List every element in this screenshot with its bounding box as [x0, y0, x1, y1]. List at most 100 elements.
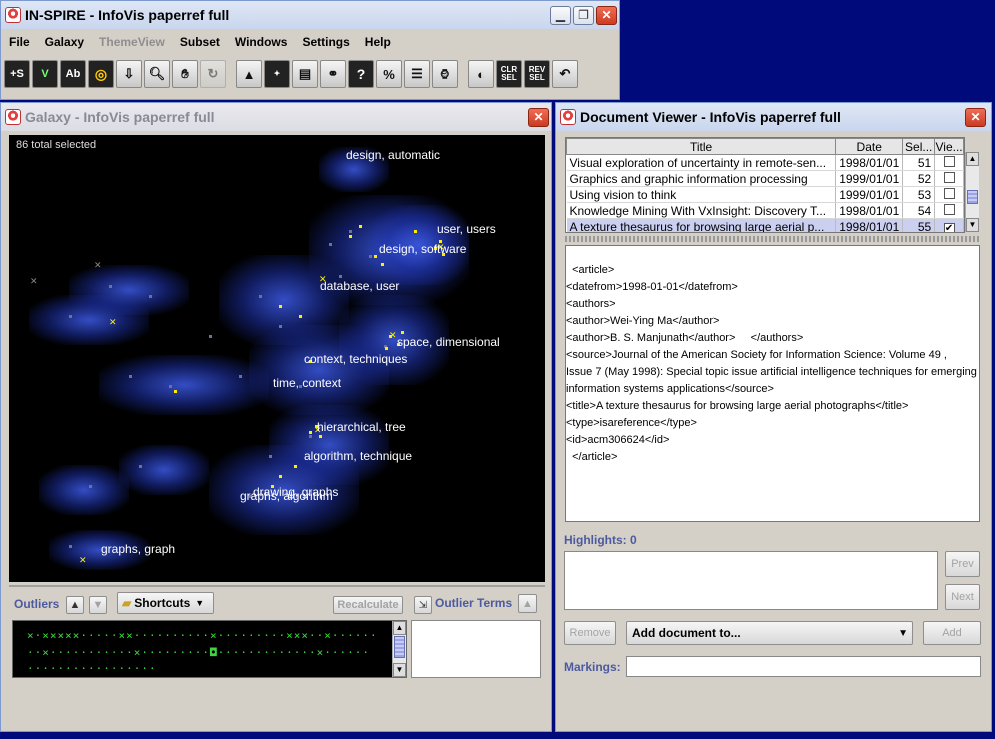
theme-label[interactable]: space, dimensional	[397, 335, 500, 349]
theme-label[interactable]: context, techniques	[304, 352, 407, 366]
splitter-handle[interactable]	[565, 236, 979, 242]
scroll-up-icon[interactable]: ▲	[393, 621, 406, 635]
outlier-list[interactable]: ×·×××××·····××··········×·········×××··×…	[12, 620, 407, 678]
markings-label: Markings:	[564, 660, 621, 674]
outlier-terms-icon[interactable]: ⇲	[414, 596, 432, 614]
galaxy-view-icon[interactable]: ✦	[264, 60, 290, 88]
column-header-title[interactable]: Title	[566, 138, 837, 155]
query-icon[interactable]: ?	[348, 60, 374, 88]
view-checkbox[interactable]	[943, 203, 955, 215]
markings-field[interactable]	[626, 656, 981, 677]
doc-viewer-titlebar[interactable]: Document Viewer - InfoVis paperref full	[556, 103, 991, 131]
column-header-view[interactable]: Vie...	[934, 138, 964, 155]
outlier-row[interactable]: ×·×××××·····××··········×·········×××··×…	[27, 630, 378, 641]
highlights-label: Highlights: 0	[564, 533, 637, 547]
close-icon[interactable]: ✕	[965, 108, 986, 127]
percent-button[interactable]: %	[376, 60, 402, 88]
cell-title: Knowledge Mining With VxInsight: Discove…	[566, 202, 837, 219]
document-list-icon[interactable]: ▤	[292, 60, 318, 88]
zoom-icon[interactable]: 🔍︎	[144, 60, 170, 88]
theme-label[interactable]: design, software	[379, 242, 466, 256]
minimize-icon[interactable]: ▁	[550, 6, 571, 25]
time-slicer-icon[interactable]: ⌚︎	[432, 60, 458, 88]
menu-windows[interactable]: Windows	[235, 35, 288, 49]
remove-button[interactable]: Remove	[564, 621, 616, 645]
main-window: IN-SPIRE - InfoVis paperref full ▁ ❐ ✕ F…	[0, 0, 620, 100]
cell-sel: 52	[902, 170, 936, 187]
menu-help[interactable]: Help	[365, 35, 391, 49]
menu-file[interactable]: File	[9, 35, 30, 49]
galaxy-canvas[interactable]: ✕ ✕ ✕ ✕ ✕ ✕ ✕ ✕ 86 total selected design…	[9, 135, 545, 582]
app-icon	[5, 109, 21, 125]
table-scrollbar[interactable]: ▲ ▼	[965, 152, 979, 232]
theme-label[interactable]: user, users	[437, 222, 496, 236]
view-checkbox[interactable]	[943, 155, 955, 167]
table-row[interactable]: Visual exploration of uncertainty in rem…	[566, 154, 964, 171]
theme-label[interactable]: algorithm, technique	[304, 449, 412, 463]
galaxy-titlebar[interactable]: Galaxy - InfoVis paperref full	[1, 103, 551, 131]
view-checkbox[interactable]	[943, 187, 955, 199]
theme-label[interactable]: time, context	[273, 376, 341, 390]
maximize-icon[interactable]: ❐	[573, 6, 594, 25]
hand-pan-icon[interactable]: ✋︎	[172, 60, 198, 88]
close-icon[interactable]: ✕	[528, 108, 549, 127]
compare-icon[interactable]: ⚭	[320, 60, 346, 88]
rotate-icon[interactable]: ↻	[200, 60, 226, 88]
theme-label[interactable]: design, automatic	[346, 148, 440, 162]
select-v-button[interactable]: V	[32, 60, 58, 88]
view-cell	[934, 186, 964, 203]
outlier-row[interactable]: ··×···········×·········◘·············×·…	[27, 647, 370, 658]
menu-settings[interactable]: Settings	[302, 35, 349, 49]
outlier-up-icon[interactable]: ▲	[66, 596, 84, 614]
scroll-down-icon[interactable]: ▼	[393, 663, 406, 677]
theme-label[interactable]: graphs, algorithm	[240, 489, 333, 503]
select-ab-button[interactable]: Ab	[60, 60, 86, 88]
outlier-down-icon[interactable]: ▼	[89, 596, 107, 614]
column-header-sel[interactable]: Sel...	[902, 138, 936, 155]
theme-label[interactable]: hierarchical, tree	[317, 420, 406, 434]
theme-label[interactable]: database, user	[320, 279, 399, 293]
select-s-button[interactable]: +S	[4, 60, 30, 88]
view-cell: ✔	[934, 218, 964, 232]
clear-selection-button[interactable]: CLR SEL	[496, 60, 522, 88]
scroll-down-icon[interactable]: ▼	[966, 218, 979, 232]
outlier-terms-list[interactable]	[411, 620, 541, 678]
outlier-terms-up-icon[interactable]: ▲	[518, 594, 537, 613]
close-icon[interactable]: ✕	[596, 6, 617, 25]
cell-title: A texture thesaurus for browsing large a…	[566, 218, 837, 232]
undo-icon[interactable]: ↶	[552, 60, 578, 88]
add-button[interactable]: Add	[923, 621, 981, 645]
table-row[interactable]: Graphics and graphic information process…	[566, 170, 964, 187]
table-row[interactable]: Knowledge Mining With VxInsight: Discove…	[566, 202, 964, 219]
add-document-label: Add document to...	[632, 626, 741, 640]
menu-subset[interactable]: Subset	[180, 35, 220, 49]
scroll-thumb[interactable]	[967, 190, 978, 204]
arrow-down-icon[interactable]: ⇩	[116, 60, 142, 88]
outlier-row[interactable]: ·················	[27, 663, 157, 674]
main-titlebar[interactable]: IN-SPIRE - InfoVis paperref full	[1, 1, 619, 29]
next-button[interactable]: Next	[945, 584, 980, 610]
table-row[interactable]: Using vision to think 1999/01/01 53	[566, 186, 964, 203]
cell-date: 1999/01/01	[835, 186, 904, 203]
column-header-date[interactable]: Date	[835, 138, 904, 155]
table-row-selected[interactable]: A texture thesaurus for browsing large a…	[566, 218, 964, 232]
add-document-dropdown[interactable]: Add document to... ▼	[626, 621, 913, 645]
theme-label[interactable]: graphs, graph	[101, 542, 175, 556]
prev-button[interactable]: Prev	[945, 551, 980, 577]
cell-title: Graphics and graphic information process…	[566, 170, 837, 187]
contrast-icon[interactable]: ◐	[468, 60, 494, 88]
view-checkbox[interactable]	[943, 171, 955, 183]
recalculate-button[interactable]: Recalculate	[333, 596, 403, 614]
highlights-list[interactable]	[564, 551, 938, 610]
reverse-selection-button[interactable]: REV SEL	[524, 60, 550, 88]
view-checkbox[interactable]: ✔	[943, 222, 955, 232]
menu-themeview[interactable]: ThemeView	[99, 35, 165, 49]
outlier-scrollbar[interactable]: ▲ ▼	[392, 621, 406, 677]
menu-galaxy[interactable]: Galaxy	[45, 35, 84, 49]
mountain-view-icon[interactable]: ▲	[236, 60, 262, 88]
shortcuts-dropdown[interactable]: ▰ Shortcuts ▼	[117, 592, 214, 614]
scroll-thumb[interactable]	[394, 636, 405, 658]
report-icon[interactable]: ☰	[404, 60, 430, 88]
scroll-up-icon[interactable]: ▲	[966, 152, 979, 166]
color-select-icon[interactable]: ◎	[88, 60, 114, 88]
